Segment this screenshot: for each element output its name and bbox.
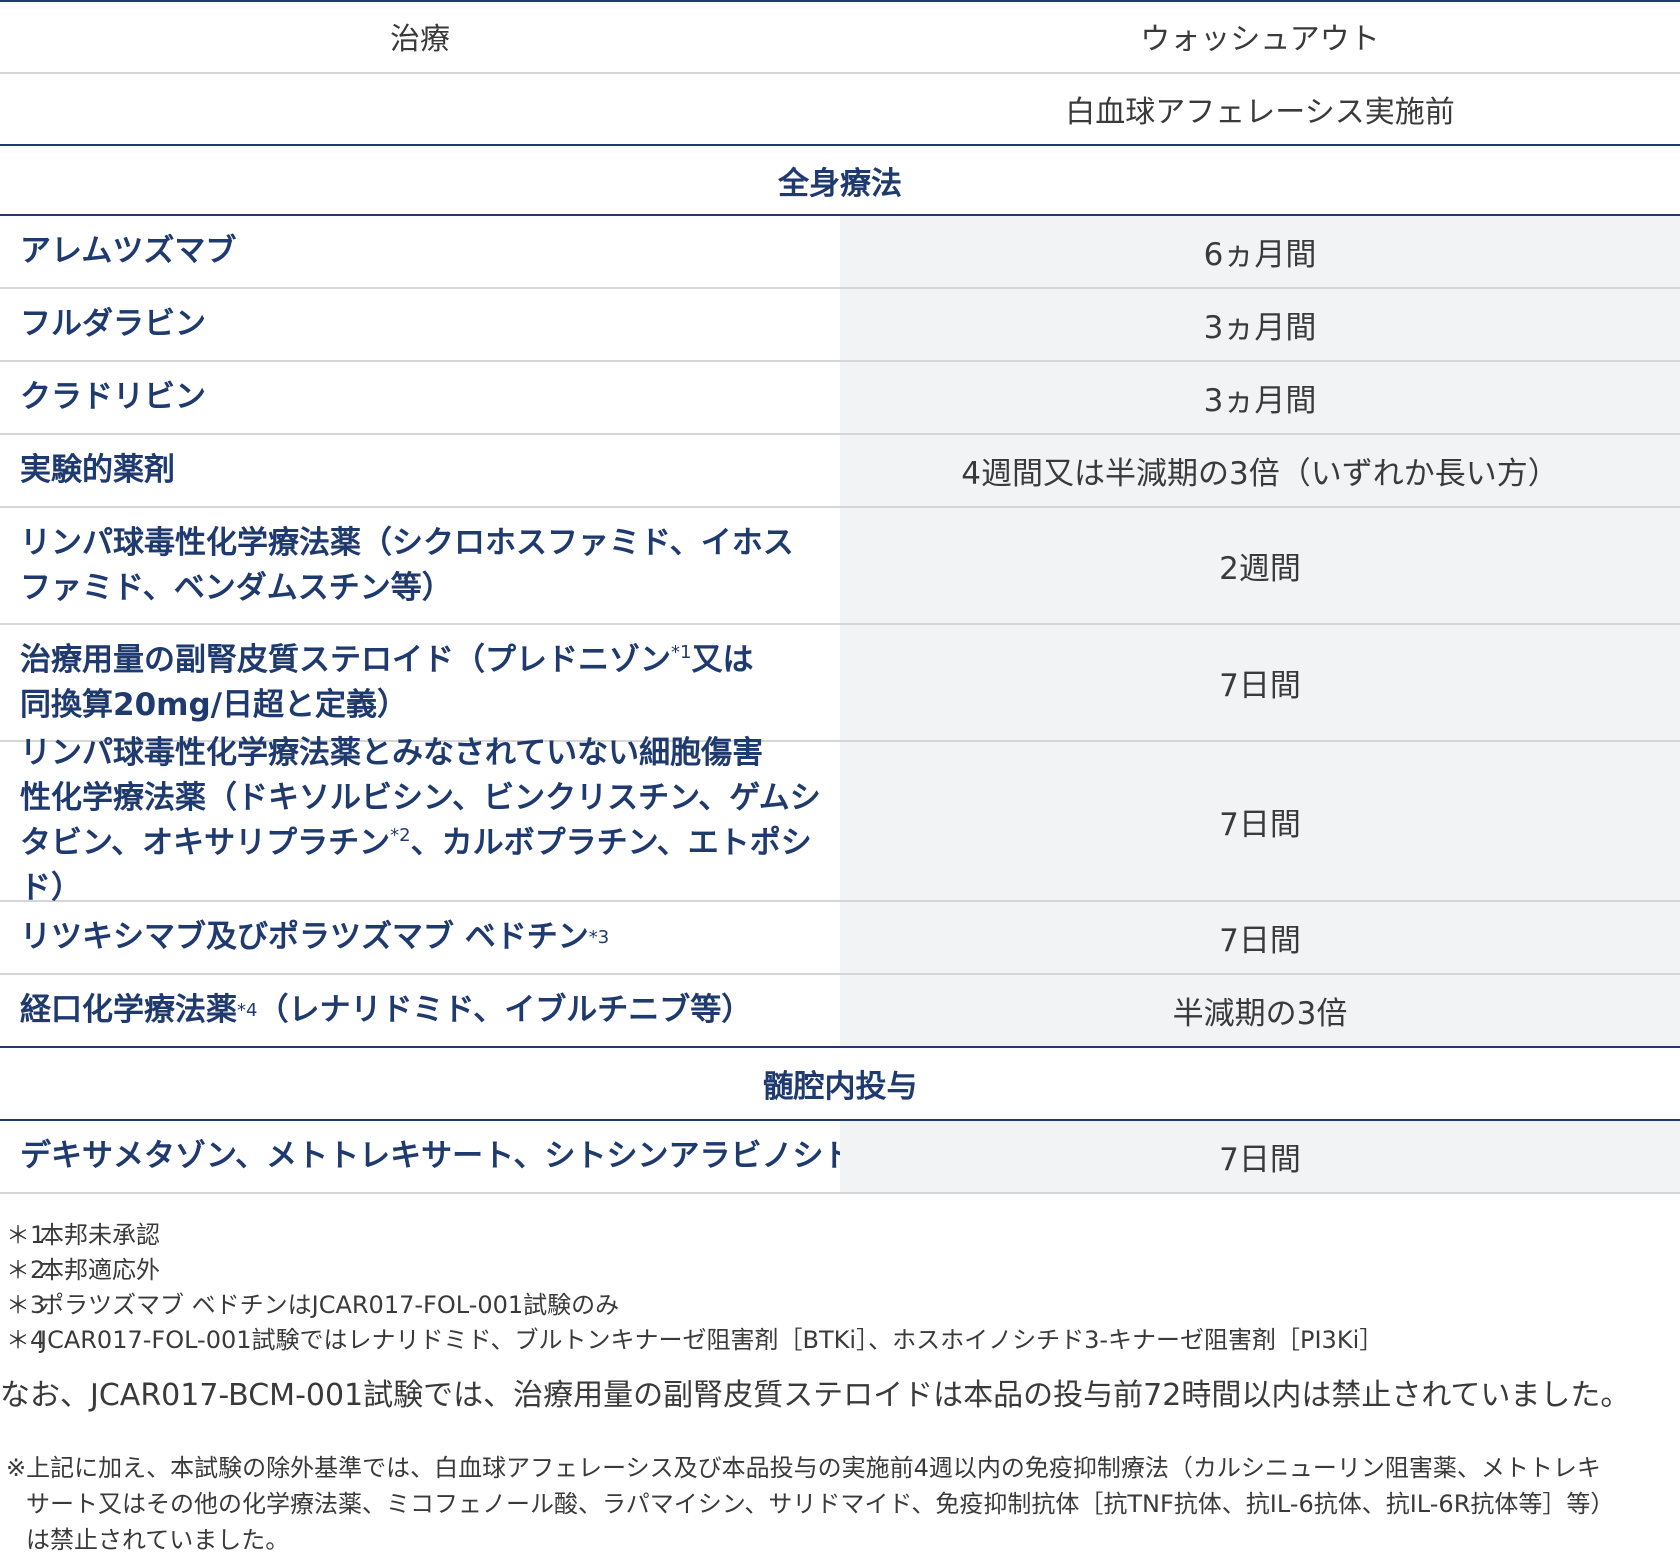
drug-name-part: デキサメタゾン、メトトレキサート、シトシンアラビノシド — [20, 1138, 855, 1174]
drug-name-part: タビン、オキサリプラチン — [20, 825, 391, 861]
header-washout-sub: 白血球アフェレーシス実施前 — [1065, 95, 1455, 130]
bcm-statement: なお、JCAR017-BCM-001試験では、治療用量の副腎皮質ステロイドは本品… — [0, 1378, 1631, 1413]
drug-name-part: 治療用量の副腎皮質ステロイド（プレドニゾン — [20, 641, 671, 678]
drug-name-part: 経口化学療法薬 — [20, 992, 237, 1028]
drug-name: 治療用量の副腎皮質ステロイド（プレドニゾン*1又は 同換算20mg/日超と定義） — [0, 625, 840, 740]
header-empty-cell — [0, 74, 840, 144]
section-row-systemic: 全身療法 — [0, 146, 1680, 216]
drug-name: リンパ球毒性化学療法薬とみなされていない細胞傷害 性化学療法薬（ドキソルビシン、… — [0, 735, 840, 906]
drug-name-line: 同換算20mg/日超と定義） — [20, 686, 408, 723]
drug-name-line: リンパ球毒性化学療法薬とみなされていない細胞傷害 — [20, 735, 764, 771]
drug-name-line: 性化学療法薬（ドキソルビシン、ビンクリスチン、ゲムシ — [20, 780, 821, 816]
drug-name-line: 治療用量の副腎皮質ステロイド（プレドニゾン*1又は — [20, 638, 753, 683]
section-row-intrathecal: 髄腔内投与 — [0, 1048, 1680, 1121]
washout-period: 6ヵ月間 — [840, 216, 1680, 287]
drug-name: 経口化学療法薬 *4 （レナリドミド、イブルチニブ等） — [0, 975, 840, 1046]
washout-period: 7日間 — [840, 902, 1680, 973]
table-row: アレムツズマブ 6ヵ月間 — [0, 216, 1680, 289]
header-subrow: 白血球アフェレーシス実施前 — [0, 74, 1680, 146]
washout-period: 7日間 — [840, 1121, 1680, 1192]
exclusion-note: ※上記に加え、本試験の除外基準では、白血球アフェレーシス及び本品投与の実施前4週… — [6, 1450, 1676, 1558]
washout-period: 4週間又は半減期の3倍（いずれか長い方） — [840, 435, 1680, 506]
table-row: 実験的薬剤 4週間又は半減期の3倍（いずれか長い方） — [0, 435, 1680, 508]
table-row: 経口化学療法薬 *4 （レナリドミド、イブルチニブ等） 半減期の3倍 — [0, 975, 1680, 1048]
washout-period: 半減期の3倍 — [840, 975, 1680, 1046]
drug-name: リツキシマブ及びポラツズマブ ベドチン *3 — [0, 902, 840, 973]
table-row: クラドリビン 3ヵ月間 — [0, 362, 1680, 435]
drug-name-line: タビン、オキサリプラチン*2、カルボプラチン、エトポシド） — [20, 821, 822, 911]
drug-name-part: 又は — [691, 641, 754, 678]
exclusion-line: は禁止されていました。 — [26, 1526, 290, 1554]
footnotes: ＊1本邦未承認 ＊2本邦適応外 ＊3ポラツズマブ ベドチンはJCAR017-FO… — [6, 1218, 1676, 1358]
footnote-mark: ＊1 — [6, 1221, 46, 1249]
footnote-text: 本邦未承認 — [40, 1221, 160, 1249]
footnote-ref: *2 — [390, 825, 411, 846]
drug-name: リンパ球毒性化学療法薬（シクロホスファミド、イホス ファミド、ベンダムスチン等） — [0, 508, 840, 623]
washout-period: 2週間 — [840, 508, 1680, 623]
drug-name: アレムツズマブ — [20, 233, 237, 269]
table-row: リンパ球毒性化学療法薬とみなされていない細胞傷害 性化学療法薬（ドキソルビシン、… — [0, 735, 1680, 906]
header-row: 治療 ウォッシュアウト — [0, 0, 1680, 74]
footnote-mark: ＊4 — [6, 1326, 46, 1354]
footnote-mark: ＊3 — [6, 1291, 46, 1319]
footnote-mark: ＊2 — [6, 1256, 46, 1284]
section-title-systemic: 全身療法 — [778, 165, 902, 202]
washout-period: 7日間 — [840, 742, 1680, 900]
table-row: リツキシマブ及びポラツズマブ ベドチン *3 7日間 — [0, 902, 1680, 975]
drug-name-line: ファミド、ベンダムスチン等） — [20, 569, 453, 606]
drug-name-part: （レナリドミド、イブルチニブ等） — [257, 992, 753, 1028]
table-row: フルダラビン 3ヵ月間 — [0, 289, 1680, 362]
header-washout: ウォッシュアウト — [1140, 22, 1380, 57]
section-title-intrathecal: 髄腔内投与 — [762, 1069, 918, 1105]
washout-period: 7日間 — [840, 625, 1680, 740]
washout-period: 3ヵ月間 — [840, 289, 1680, 360]
footnote-item: ＊2本邦適応外 — [6, 1253, 1676, 1288]
footnote-text: 本邦適応外 — [40, 1256, 160, 1284]
exclusion-line: ※上記に加え、本試験の除外基準では、白血球アフェレーシス及び本品投与の実施前4週… — [6, 1454, 1601, 1482]
footnote-item: ＊1本邦未承認 — [6, 1218, 1676, 1253]
footnote-item: ＊4JCAR017-FOL-001試験ではレナリドミド、ブルトンキナーゼ阻害剤［… — [6, 1323, 1676, 1358]
table-row: リンパ球毒性化学療法薬（シクロホスファミド、イホス ファミド、ベンダムスチン等）… — [0, 508, 1680, 625]
washout-period: 3ヵ月間 — [840, 362, 1680, 433]
drug-name: クラドリビン — [20, 379, 206, 415]
drug-name: フルダラビン — [20, 306, 206, 342]
drug-name-line: リンパ球毒性化学療法薬（シクロホスファミド、イホス — [20, 524, 794, 561]
drug-name: 実験的薬剤 — [20, 452, 175, 488]
washout-table: 治療 ウォッシュアウト 白血球アフェレーシス実施前 全身療法 アレムツズマブ 6… — [0, 0, 1680, 1194]
footnote-ref: *1 — [671, 641, 692, 663]
table-row: デキサメタゾン、メトトレキサート、シトシンアラビノシド*1 7日間 — [0, 1121, 1680, 1194]
footnote-text: ポラツズマブ ベドチンはJCAR017-FOL-001試験のみ — [40, 1291, 620, 1319]
exclusion-line: サート又はその他の化学療法薬、ミコフェノール酸、ラパマイシン、サリドマイド、免疫… — [26, 1490, 1615, 1518]
table-row: 治療用量の副腎皮質ステロイド（プレドニゾン*1又は 同換算20mg/日超と定義）… — [0, 625, 1680, 742]
footnote-item: ＊3ポラツズマブ ベドチンはJCAR017-FOL-001試験のみ — [6, 1288, 1676, 1323]
footnote-text: JCAR017-FOL-001試験ではレナリドミド、ブルトンキナーゼ阻害剤［BT… — [40, 1326, 1384, 1354]
drug-name: デキサメタゾン、メトトレキサート、シトシンアラビノシド*1 — [0, 1121, 875, 1192]
drug-name-part: リツキシマブ及びポラツズマブ ベドチン — [20, 919, 589, 955]
header-treatment: 治療 — [390, 22, 450, 57]
